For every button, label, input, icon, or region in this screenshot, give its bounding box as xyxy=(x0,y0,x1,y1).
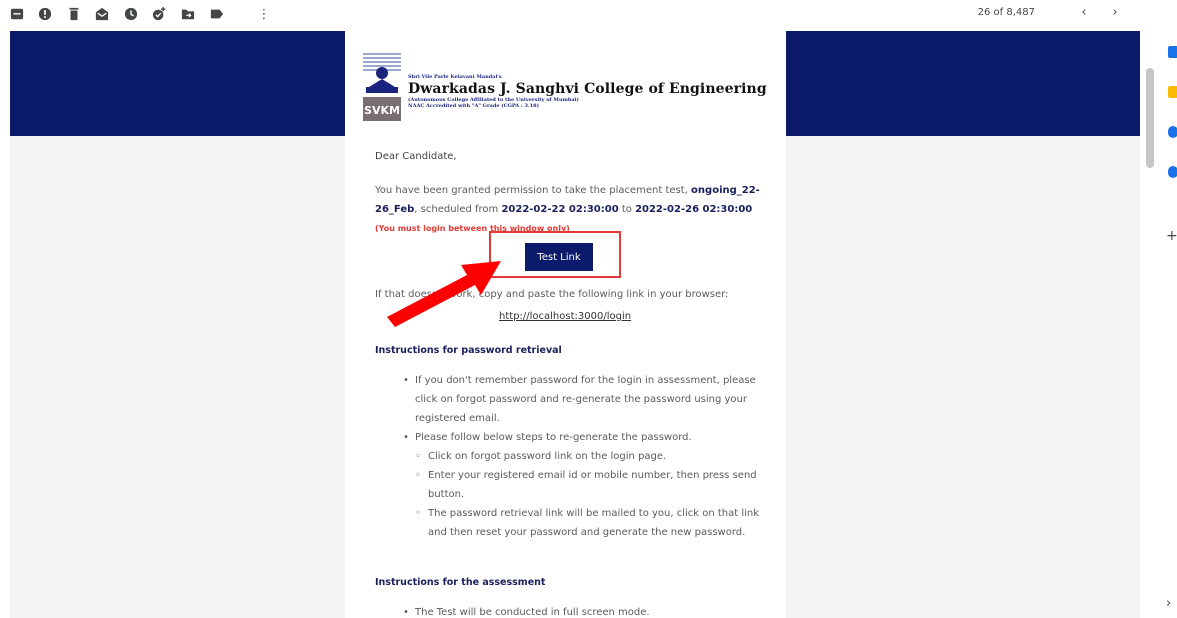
permission-paragraph: You have been granted permission to take… xyxy=(375,181,770,238)
svg-text:SVKM: SVKM xyxy=(364,104,400,117)
end-time: 2022-02-26 02:30:00 xyxy=(635,204,753,215)
gmail-window: ⋮ 26 of 8,487 ‹ › SVKM Shri Vile Parle K… xyxy=(0,0,1177,618)
email-body: SVKM Shri Vile Parle Kelavani Mandal's D… xyxy=(10,31,1140,618)
list-item: Please follow below steps to re-generate… xyxy=(403,428,773,542)
intro-text: You have been granted permission to take… xyxy=(375,185,688,196)
scheduled-from-text: , scheduled from xyxy=(414,204,502,215)
side-panel xyxy=(1140,28,1177,618)
email-card: SVKM Shri Vile Parle Kelavani Mandal's D… xyxy=(345,31,786,618)
sub-steps-list: Click on forgot password link on the log… xyxy=(415,447,773,542)
add-task-icon[interactable] xyxy=(151,6,167,22)
report-spam-icon[interactable] xyxy=(37,6,53,22)
list-item: The password retrieval link will be mail… xyxy=(415,504,773,542)
list-item: If you don't remember password for the l… xyxy=(403,371,773,428)
list-item: Click on forgot password link on the log… xyxy=(415,447,773,466)
login-link[interactable]: http://localhost:3000/login xyxy=(499,311,631,322)
newer-button[interactable]: ‹ xyxy=(1075,4,1093,22)
message-toolbar: ⋮ 26 of 8,487 ‹ › xyxy=(0,0,1140,28)
message-count: 26 of 8,487 xyxy=(977,7,1035,18)
college-info: Shri Vile Parle Kelavani Mandal's Dwarka… xyxy=(408,74,778,109)
get-addons-icon[interactable]: + xyxy=(1166,228,1177,244)
move-to-icon[interactable] xyxy=(180,6,196,22)
list-item: The Test will be conducted in full scree… xyxy=(403,603,773,618)
older-button[interactable]: › xyxy=(1106,4,1124,22)
delete-icon[interactable] xyxy=(66,6,82,22)
assessment-heading: Instructions for the assessment xyxy=(375,577,546,588)
start-time: 2022-02-22 02:30:00 xyxy=(501,204,619,215)
list-item: Enter your registered email id or mobile… xyxy=(415,466,773,504)
tasks-icon[interactable] xyxy=(1168,126,1177,138)
expand-panel-icon[interactable]: › xyxy=(1166,596,1171,611)
label-icon[interactable] xyxy=(209,6,225,22)
password-retrieval-list: If you don't remember password for the l… xyxy=(403,371,773,542)
more-icon[interactable]: ⋮ xyxy=(256,6,272,22)
test-link-button[interactable]: Test Link xyxy=(525,243,593,271)
list-item-text: Please follow below steps to re-generate… xyxy=(415,432,692,443)
archive-icon[interactable] xyxy=(9,6,25,22)
assessment-list: The Test will be conducted in full scree… xyxy=(403,603,773,618)
svkm-logo: SVKM xyxy=(363,53,401,121)
college-name: Dwarkadas J. Sanghvi College of Engineer… xyxy=(408,81,767,97)
greeting: Dear Candidate, xyxy=(375,151,457,162)
mark-unread-icon[interactable] xyxy=(94,6,110,22)
naac-text: NAAC Accredited with "A" Grade (CGPA : 3… xyxy=(408,103,539,109)
red-arrow-icon xyxy=(387,261,501,327)
keep-icon[interactable] xyxy=(1168,86,1177,98)
contacts-icon[interactable] xyxy=(1168,166,1177,178)
calendar-icon[interactable] xyxy=(1168,46,1177,58)
mandal-name: Shri Vile Parle Kelavani Mandal's xyxy=(408,74,502,80)
to-text: to xyxy=(618,204,636,215)
password-retrieval-heading: Instructions for password retrieval xyxy=(375,345,562,356)
snooze-icon[interactable] xyxy=(123,6,139,22)
